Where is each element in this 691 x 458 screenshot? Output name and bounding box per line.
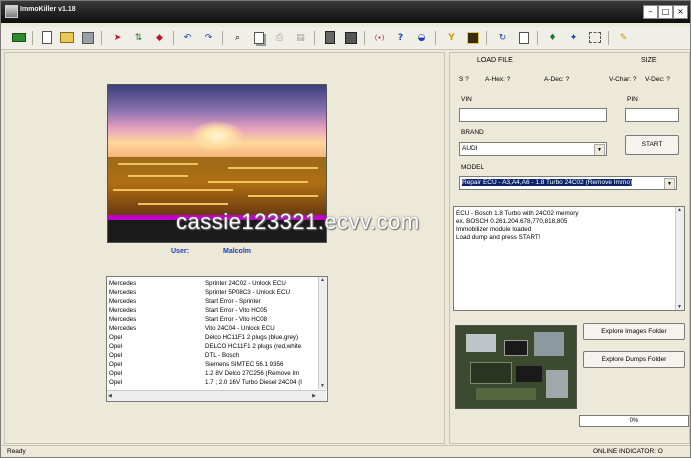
brand-label: BRAND <box>461 129 484 136</box>
brand-value: AUDI <box>462 145 478 152</box>
toolbar-separator <box>435 31 436 45</box>
pin-label: PIN <box>627 96 638 103</box>
user-name: Malcolm <box>223 248 252 255</box>
read-red-icon[interactable]: ◆ <box>152 30 167 45</box>
toolbar-separator <box>101 31 102 45</box>
select-icon[interactable] <box>587 30 602 45</box>
info-log: ECU - Bosch 1.8 Turbo with 24C02 memory … <box>453 206 685 311</box>
paste-icon[interactable]: ▤ <box>293 30 308 45</box>
watermark: cassie123321.ecvv.com <box>176 209 420 234</box>
copy-icon[interactable] <box>251 30 266 45</box>
hex-icon[interactable]: (•) <box>372 30 387 45</box>
toolbar-separator <box>364 31 365 45</box>
start-button[interactable]: START <box>625 135 679 155</box>
toolbar: ➤ ⇅ ◆ ↶ ↷ ⌕ ⎙ ▤ (•) ? ◒ Y ↻ ♦ ✦ ✎ <box>1 27 690 50</box>
undo-icon[interactable]: ↶ <box>180 30 195 45</box>
vin-label: VIN <box>461 96 472 103</box>
save-disk-icon[interactable] <box>80 30 95 45</box>
calculator-icon[interactable] <box>322 30 337 45</box>
ecu-list[interactable]: Mercedes Sprinter 24C02 - Unlock ECU Merc… <box>106 276 328 402</box>
log-line: ECU - Bosch 1.8 Turbo with 24C02 memory <box>456 210 579 217</box>
status-bar: Ready ONLINE INDICATOR: O <box>1 445 690 457</box>
open-folder-icon[interactable] <box>59 30 74 45</box>
size-label: SIZE <box>641 57 657 64</box>
explore-dumps-button[interactable]: Explore Dumps Folder <box>583 351 685 368</box>
title-bar: ImmoKiller v1.18 – □ × <box>1 1 690 23</box>
minimize-button[interactable]: – <box>643 5 658 19</box>
print-icon[interactable]: ⎙ <box>272 30 287 45</box>
pen-icon[interactable]: ✎ <box>616 30 631 45</box>
maximize-button[interactable]: □ <box>658 5 673 19</box>
ecu-board-image <box>455 325 577 409</box>
scroll-right-icon[interactable]: ▶ <box>312 393 316 399</box>
find-icon[interactable]: ⌕ <box>230 30 245 45</box>
a-dec-indicator: A-Dec: ? <box>544 76 570 83</box>
vertical-scrollbar[interactable]: ▲ ▼ <box>318 277 327 389</box>
toolbar-separator <box>486 31 487 45</box>
toolbar-separator <box>173 31 174 45</box>
toolbar-separator <box>32 31 33 45</box>
toolbar-separator <box>314 31 315 45</box>
window-title: ImmoKiller v1.18 <box>20 6 76 13</box>
horizontal-scrollbar[interactable]: ◀ ▶ <box>107 390 326 401</box>
filter-icon[interactable]: Y <box>444 30 459 45</box>
scroll-down-icon[interactable]: ▼ <box>677 304 682 310</box>
compare-icon[interactable]: ✦ <box>566 30 581 45</box>
toolbar-separator <box>608 31 609 45</box>
log-scrollbar[interactable]: ▲ ▼ <box>675 207 684 310</box>
model-value: Repair ECU - A3,A4,A6 - 1.8 Turbo 24C02 … <box>462 179 633 186</box>
up-down-arrows-icon[interactable]: ⇅ <box>131 30 146 45</box>
log-line: ex. BOSCH 0.261.204.678,770,818,805 <box>456 218 568 225</box>
checksum-icon[interactable] <box>343 30 358 45</box>
load-file-label[interactable]: LOAD FILE <box>477 57 513 64</box>
close-button[interactable]: × <box>673 5 688 19</box>
redo-icon[interactable]: ↷ <box>201 30 216 45</box>
pin-field[interactable] <box>625 108 679 122</box>
online-indicator: ONLINE INDICATOR: O <box>593 448 663 455</box>
v-dec-indicator: V-Dec: ? <box>645 76 670 83</box>
toolbar-separator <box>222 31 223 45</box>
pin-icon[interactable]: ♦ <box>545 30 560 45</box>
log-line: Load dump and press START! <box>456 234 541 241</box>
load-red-icon[interactable]: ➤ <box>110 30 125 45</box>
eye-icon[interactable]: ◒ <box>414 30 429 45</box>
page-icon[interactable] <box>516 30 531 45</box>
user-label: User: <box>171 248 189 255</box>
chip-icon[interactable] <box>465 30 480 45</box>
model-select[interactable]: Repair ECU - A3,A4,A6 - 1.8 Turbo 24C02 … <box>459 176 677 190</box>
status-left: Ready <box>7 448 26 455</box>
green-rect-icon[interactable] <box>11 30 26 45</box>
new-file-icon[interactable] <box>39 30 54 45</box>
log-line: Immobilizer module loaded <box>456 226 532 233</box>
refresh-icon[interactable]: ↻ <box>495 30 510 45</box>
scroll-up-icon[interactable]: ▲ <box>320 277 325 283</box>
help-icon[interactable]: ? <box>393 30 408 45</box>
toolbar-separator <box>537 31 538 45</box>
vin-field[interactable] <box>459 108 607 122</box>
scroll-down-icon[interactable]: ▼ <box>320 383 325 389</box>
model-label: MODEL <box>461 164 485 171</box>
app-window: ImmoKiller v1.18 – □ × ➤ ⇅ ◆ ↶ ↷ ⌕ ⎙ ▤ (… <box>0 0 691 458</box>
chevron-down-icon[interactable]: ▼ <box>594 144 605 155</box>
scroll-left-icon[interactable]: ◀ <box>108 393 112 399</box>
app-icon <box>5 5 18 18</box>
explore-images-button[interactable]: Explore Images Folder <box>583 323 685 340</box>
progress-indicator: 0% <box>579 415 689 427</box>
brand-select[interactable]: AUDI ▼ <box>459 142 607 156</box>
s-indicator: S ? <box>459 76 469 83</box>
scroll-up-icon[interactable]: ▲ <box>677 207 682 213</box>
a-hex-indicator: A-Hex: ? <box>485 76 511 83</box>
chevron-down-icon[interactable]: ▼ <box>664 178 675 189</box>
v-char-indicator: V-Char: ? <box>609 76 637 83</box>
